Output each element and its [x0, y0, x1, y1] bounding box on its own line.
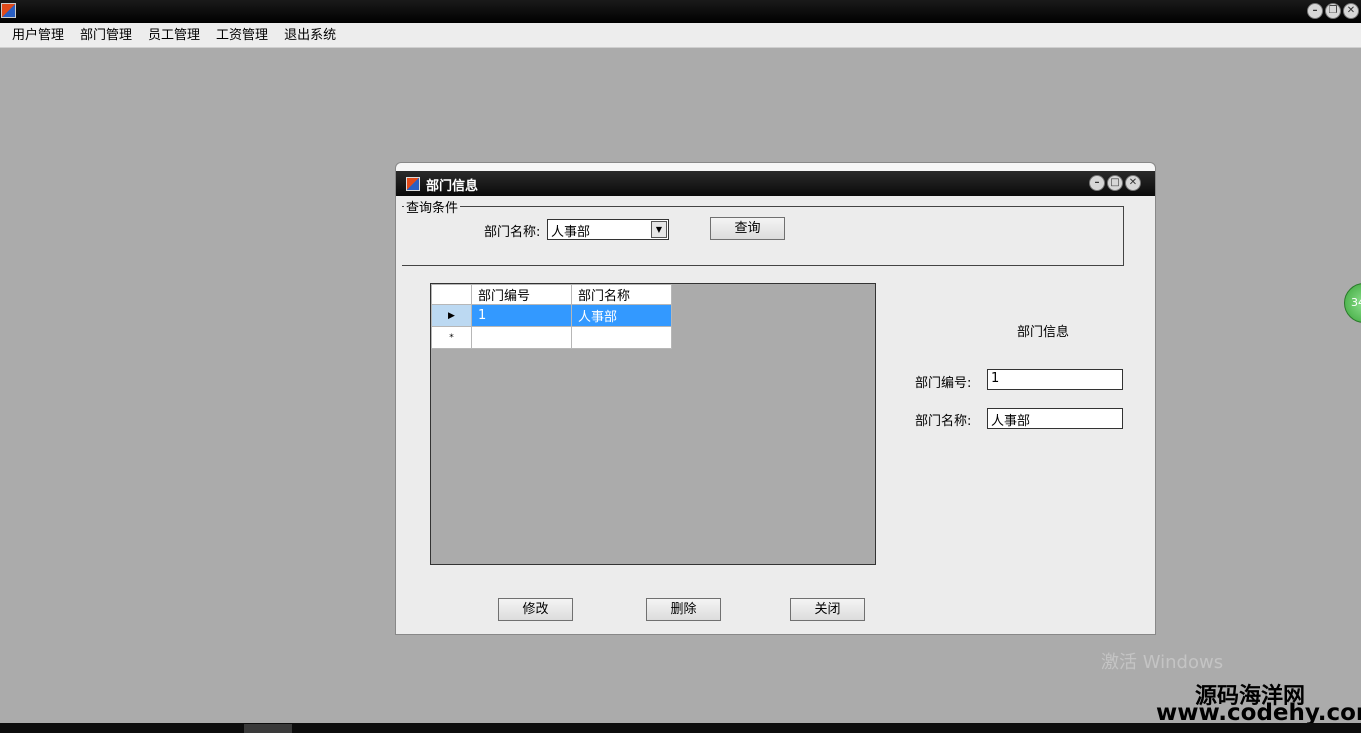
info-panel-title: 部门信息	[1017, 325, 1070, 340]
table-row[interactable]: ▶ 1 人事部	[431, 304, 672, 327]
menu-bar: 用户管理 部门管理 员工管理 工资管理 退出系统	[0, 23, 1361, 48]
dialog-top-edge	[396, 163, 1155, 171]
query-group-label: 查询条件	[404, 197, 461, 216]
dialog-icon	[406, 177, 420, 191]
dept-name-field[interactable]: 人事部	[987, 408, 1123, 429]
dept-id-label: 部门编号:	[915, 376, 972, 391]
query-button[interactable]: 查询	[710, 217, 785, 240]
app-icon	[1, 3, 16, 18]
grid-column-header-id[interactable]: 部门编号	[471, 284, 572, 305]
dept-name-query-label: 部门名称:	[484, 225, 541, 240]
menu-salary-management[interactable]: 工资管理	[208, 23, 276, 48]
dialog-minimize-icon[interactable]: –	[1089, 175, 1105, 191]
current-row-arrow-icon[interactable]: ▶	[431, 304, 472, 327]
grid-cell-name[interactable]: 人事部	[571, 304, 672, 327]
minimize-icon[interactable]: –	[1307, 3, 1323, 19]
grid-cell-id[interactable]: 1	[471, 304, 572, 327]
chevron-down-icon[interactable]: ▼	[651, 221, 667, 238]
app-title-bar: – ❐ ✕	[0, 0, 1361, 23]
menu-department-management[interactable]: 部门管理	[72, 23, 140, 48]
close-icon[interactable]: ✕	[1343, 3, 1359, 19]
menu-exit-system[interactable]: 退出系统	[276, 23, 344, 48]
dept-name-combobox-value: 人事部	[551, 225, 591, 240]
dept-name-combobox[interactable]: 人事部 ▼	[547, 219, 669, 240]
delete-button[interactable]: 删除	[646, 598, 721, 621]
department-info-dialog: 部门信息 – □ ✕ 查询条件 部门名称: 人事部 ▼ 查询 部门编号 部门名称…	[395, 162, 1156, 635]
new-table-row[interactable]: *	[431, 326, 672, 349]
dialog-window-controls: – □ ✕	[1089, 175, 1141, 191]
dept-name-label: 部门名称:	[915, 414, 972, 429]
taskbar	[0, 723, 1361, 733]
app-window-controls: – ❐ ✕	[1307, 3, 1359, 19]
dialog-maximize-icon[interactable]: □	[1107, 175, 1123, 191]
taskbar-item[interactable]	[244, 724, 292, 733]
grid-corner-header	[431, 284, 472, 305]
menu-employee-management[interactable]: 员工管理	[140, 23, 208, 48]
grid-column-header-name[interactable]: 部门名称	[571, 284, 672, 305]
new-row-marker-icon[interactable]: *	[431, 326, 472, 349]
grid-cell-name-new[interactable]	[571, 326, 672, 349]
dialog-title-bar[interactable]: 部门信息 – □ ✕	[396, 171, 1155, 196]
activate-windows-watermark: 激活 Windows	[1101, 652, 1224, 673]
dialog-title: 部门信息	[426, 179, 479, 194]
grid-header-row: 部门编号 部门名称	[431, 284, 672, 305]
restore-icon[interactable]: ❐	[1325, 3, 1341, 19]
dept-id-field[interactable]: 1	[987, 369, 1123, 390]
edit-button[interactable]: 修改	[498, 598, 573, 621]
dialog-close-icon[interactable]: ✕	[1125, 175, 1141, 191]
department-grid[interactable]: 部门编号 部门名称 ▶ 1 人事部 *	[430, 283, 876, 565]
menu-user-management[interactable]: 用户管理	[4, 23, 72, 48]
side-badge[interactable]: 34	[1344, 283, 1361, 323]
grid-cell-id-new[interactable]	[471, 326, 572, 349]
close-button[interactable]: 关闭	[790, 598, 865, 621]
